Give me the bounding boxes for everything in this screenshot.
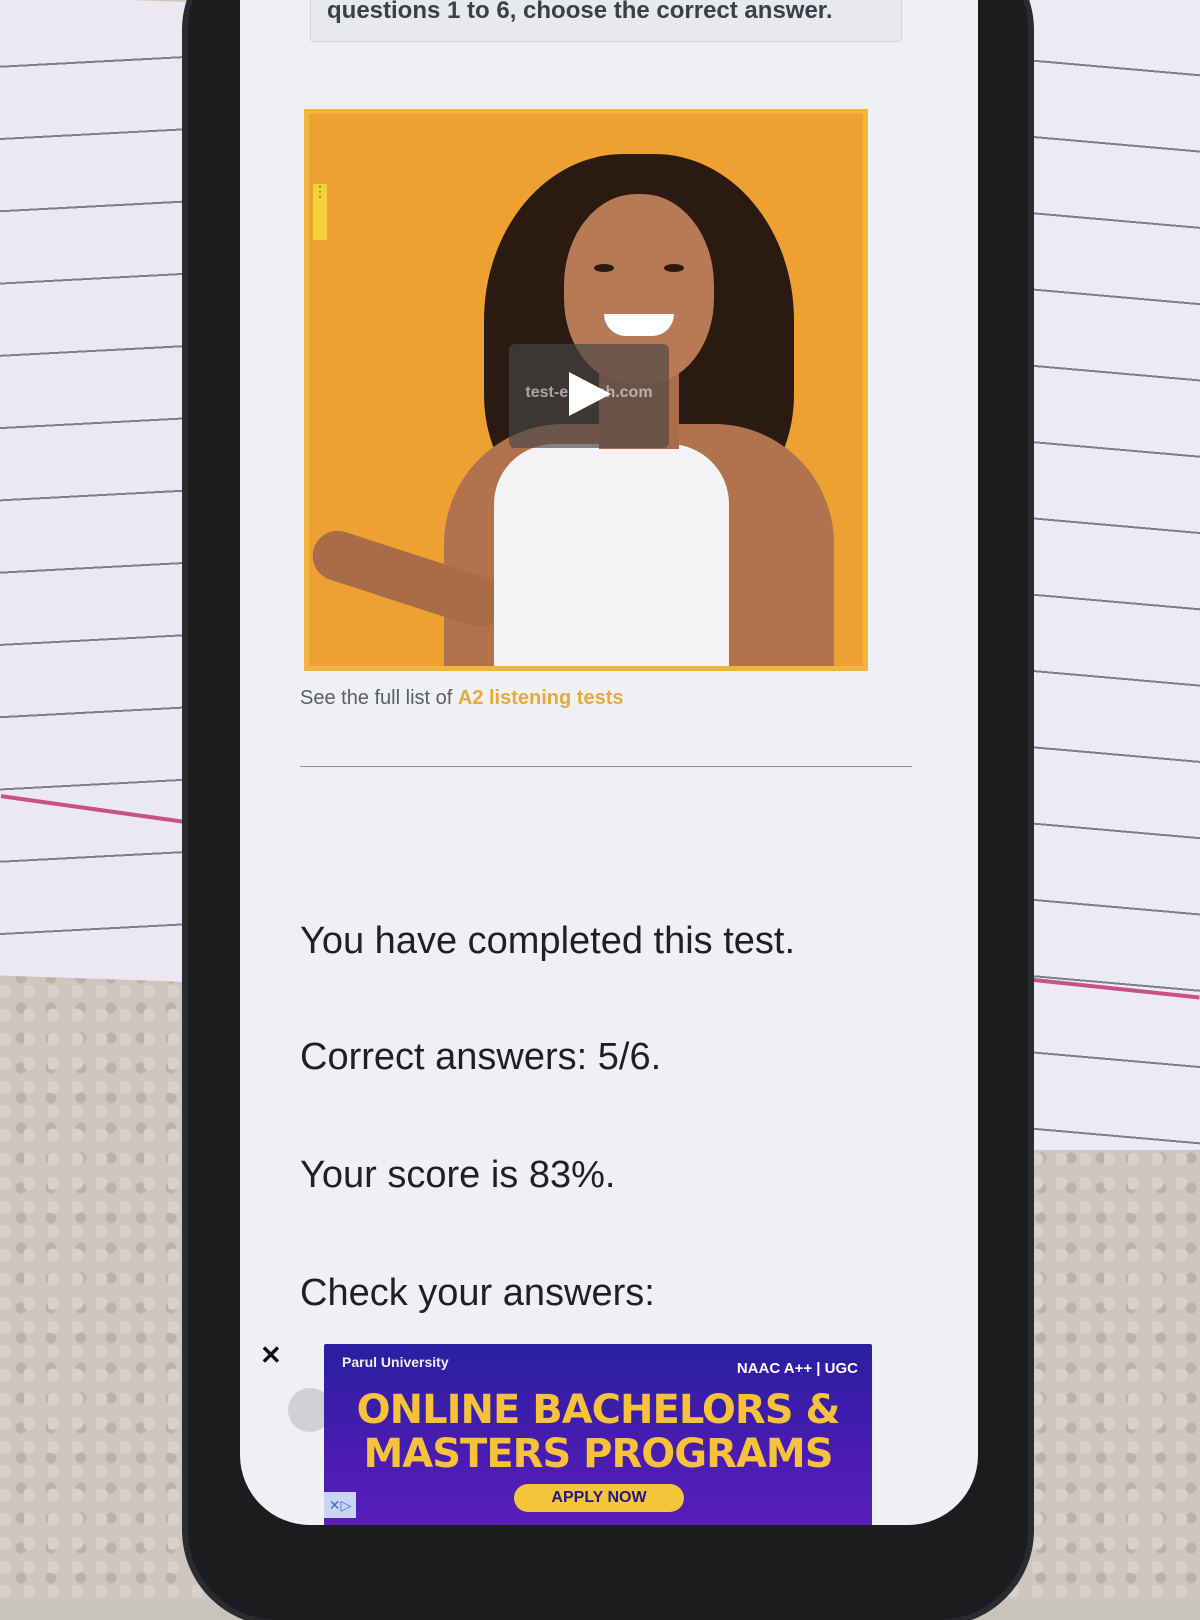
divider xyxy=(300,766,912,767)
video-menu-icon[interactable]: ⋮ xyxy=(313,184,327,240)
phone-screen: questions 1 to 6, choose the correct ans… xyxy=(240,0,978,1525)
ad-headline-line1: ONLINE BACHELORS & xyxy=(356,1387,841,1433)
ad-headline: ONLINE BACHELORS & MASTERS PROGRAMS xyxy=(324,1388,872,1476)
play-icon xyxy=(569,372,611,416)
ad-choices-icon[interactable]: ✕▷ xyxy=(324,1492,356,1518)
ad-banner[interactable]: Parul University NAAC A++ | UGC ONLINE B… xyxy=(324,1344,872,1525)
video-thumbnail-eye xyxy=(594,264,614,272)
play-button[interactable]: test-english.com xyxy=(509,344,669,448)
video-player[interactable]: ⋮ test-english.com xyxy=(304,109,868,671)
completed-message: You have completed this test. xyxy=(300,920,796,962)
full-list-line: See the full list of A2 listening tests xyxy=(300,687,623,710)
ad-headline-line2: MASTERS PROGRAMS xyxy=(363,1431,833,1477)
video-thumbnail-top xyxy=(494,444,729,666)
score-text: Your score is 83%. xyxy=(300,1154,616,1196)
check-answers-heading: Check your answers: xyxy=(300,1272,655,1314)
ad-close-button[interactable]: ✕ xyxy=(260,1340,282,1371)
a2-listening-tests-link[interactable]: A2 listening tests xyxy=(458,687,624,709)
ad-university-logo: Parul University xyxy=(342,1354,449,1370)
ad-accreditation-badges: NAAC A++ | UGC xyxy=(736,1360,858,1377)
instruction-text: questions 1 to 6, choose the correct ans… xyxy=(327,0,833,24)
instruction-box: questions 1 to 6, choose the correct ans… xyxy=(310,0,902,42)
full-list-prefix: See the full list of xyxy=(300,687,458,709)
correct-answers-text: Correct answers: 5/6. xyxy=(300,1036,662,1078)
video-thumbnail-smile xyxy=(604,314,674,336)
apply-now-button[interactable]: APPLY NOW xyxy=(514,1484,684,1512)
video-thumbnail-eye xyxy=(664,264,684,272)
